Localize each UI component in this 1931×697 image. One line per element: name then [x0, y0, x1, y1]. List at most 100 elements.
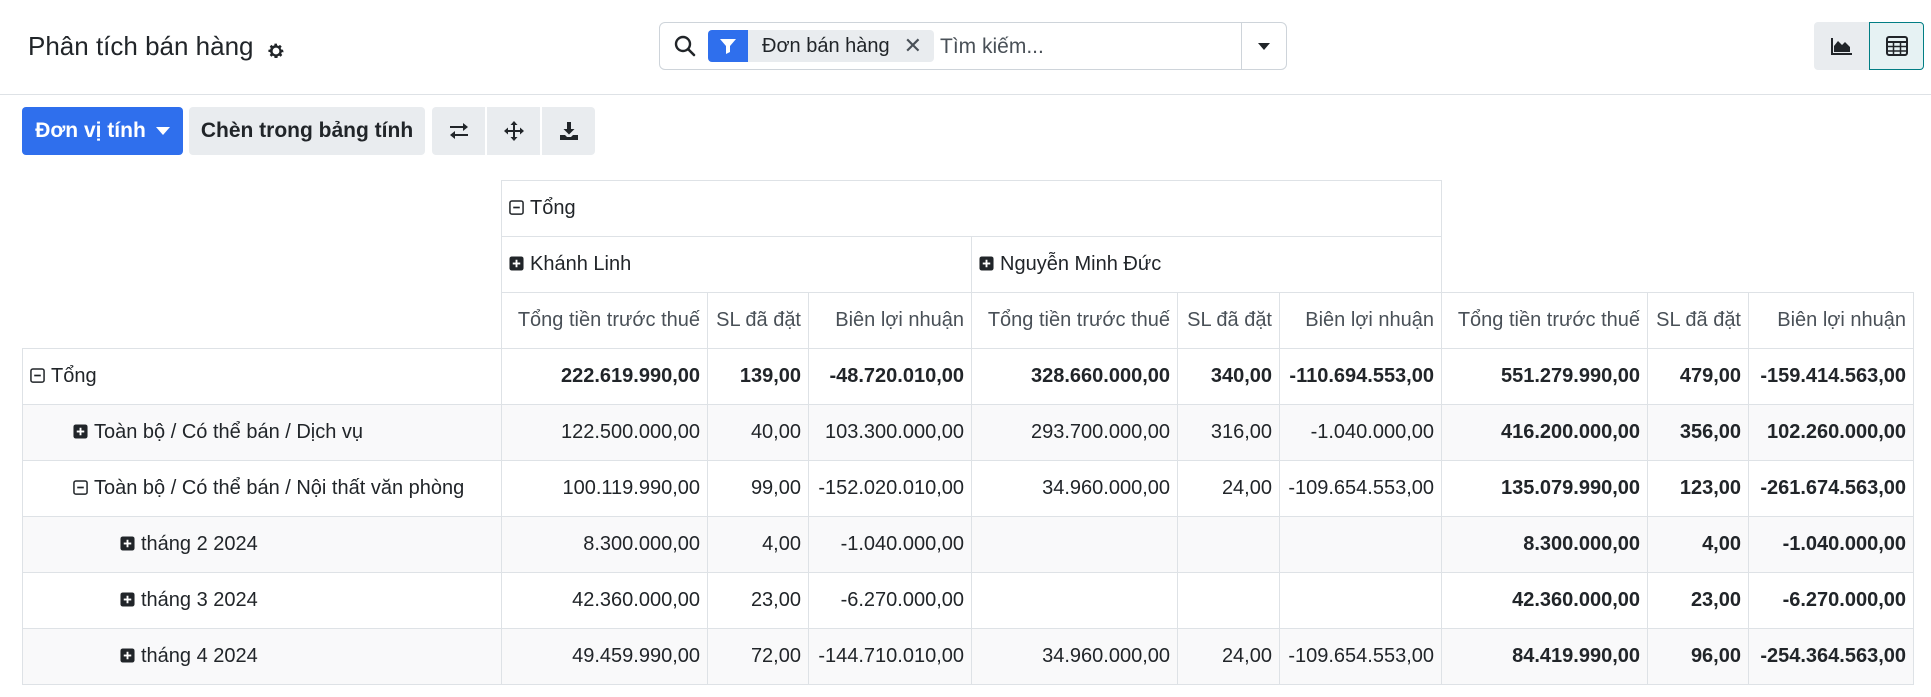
table-cell[interactable]: 42.360.000,00 [1441, 572, 1648, 629]
table-cell[interactable] [1177, 516, 1280, 573]
download-button[interactable] [542, 107, 595, 155]
table-cell[interactable]: -6.270.000,00 [1748, 572, 1914, 629]
download-icon [559, 122, 578, 140]
table-cell[interactable]: -109.654.553,00 [1279, 628, 1442, 685]
table-cell[interactable]: -1.040.000,00 [808, 516, 972, 573]
col-header-total[interactable]: Tổng [501, 180, 1442, 237]
measure-header[interactable]: Tổng tiền trước thuế [1441, 292, 1648, 349]
plus-square-icon [120, 648, 135, 663]
measure-header[interactable]: Biên lợi nhuận [808, 292, 972, 349]
table-cell[interactable]: 96,00 [1647, 628, 1749, 685]
table-cell[interactable]: 416.200.000,00 [1441, 404, 1648, 461]
table-cell[interactable]: 4,00 [1647, 516, 1749, 573]
area-chart-icon [1830, 38, 1852, 55]
row-header[interactable]: tháng 3 2024 [22, 572, 502, 629]
table-cell[interactable]: 103.300.000,00 [808, 404, 972, 461]
search-options-toggle[interactable] [1241, 23, 1286, 69]
pivot-view-button[interactable] [1869, 22, 1924, 70]
table-cell[interactable]: -1.040.000,00 [1748, 516, 1914, 573]
table-cell[interactable]: 84.419.990,00 [1441, 628, 1648, 685]
measure-header[interactable]: Tổng tiền trước thuế [971, 292, 1178, 349]
row-header[interactable]: Toàn bộ / Có thể bán / Dịch vụ [22, 404, 502, 461]
table-cell[interactable]: 139,00 [707, 348, 809, 405]
table-cell[interactable]: 356,00 [1647, 404, 1749, 461]
table-cell[interactable]: -6.270.000,00 [808, 572, 972, 629]
header-row-measures: Tổng tiền trước thuế SL đã đặt Biên lợi … [22, 292, 1914, 349]
measure-header[interactable]: SL đã đặt [707, 292, 809, 349]
table-cell[interactable]: 34.960.000,00 [971, 628, 1178, 685]
row-header[interactable]: tháng 4 2024 [22, 628, 502, 685]
row-header-label: Toàn bộ / Có thể bán / Dịch vụ [94, 421, 364, 443]
row-header[interactable]: tháng 2 2024 [22, 516, 502, 573]
table-cell[interactable]: 100.119.990,00 [501, 460, 708, 517]
table-cell[interactable]: 328.660.000,00 [971, 348, 1178, 405]
insert-label: Chèn trong bảng tính [200, 119, 414, 142]
col-header-nguyen-minh-duc[interactable]: Nguyễn Minh Đức [971, 236, 1442, 293]
graph-view-button[interactable] [1814, 22, 1869, 70]
measure-header[interactable]: Biên lợi nhuận [1279, 292, 1442, 349]
table-cell[interactable]: -159.414.563,00 [1748, 348, 1914, 405]
close-icon[interactable]: ✕ [900, 30, 934, 62]
table-cell[interactable]: 4,00 [707, 516, 809, 573]
plus-square-icon [120, 592, 135, 607]
table-cell[interactable]: 49.459.990,00 [501, 628, 708, 685]
table-cell[interactable]: -152.020.010,00 [808, 460, 972, 517]
table-cell[interactable]: -109.654.553,00 [1279, 460, 1442, 517]
plus-square-icon [120, 536, 135, 551]
table-cell[interactable]: -110.694.553,00 [1279, 348, 1442, 405]
table-cell[interactable]: 72,00 [707, 628, 809, 685]
table-cell[interactable]: 42.360.000,00 [501, 572, 708, 629]
expand-all-button[interactable] [487, 107, 540, 155]
table-cell[interactable]: 102.260.000,00 [1748, 404, 1914, 461]
plus-square-icon [509, 256, 524, 271]
pivot-table: Tổng Khánh Linh Nguyễn Minh Đức Tổng tiề… [22, 180, 1914, 685]
table-cell[interactable]: 222.619.990,00 [501, 348, 708, 405]
row-header-label: tháng 4 2024 [141, 645, 258, 667]
table-cell[interactable]: 479,00 [1647, 348, 1749, 405]
row-header[interactable]: Toàn bộ / Có thể bán / Nội thất văn phòn… [22, 460, 502, 517]
table-cell[interactable]: -1.040.000,00 [1279, 404, 1442, 461]
table-cell[interactable]: -48.720.010,00 [808, 348, 972, 405]
measures-dropdown-button[interactable]: Đơn vị tính [22, 107, 183, 155]
table-cell[interactable]: 23,00 [707, 572, 809, 629]
table-cell[interactable]: -254.364.563,00 [1748, 628, 1914, 685]
corner-cell [22, 180, 502, 237]
measure-header[interactable]: Tổng tiền trước thuế [501, 292, 708, 349]
table-cell[interactable]: 316,00 [1177, 404, 1280, 461]
table-cell[interactable]: 99,00 [707, 460, 809, 517]
col-header-khanh-linh[interactable]: Khánh Linh [501, 236, 972, 293]
table-cell[interactable]: 551.279.990,00 [1441, 348, 1648, 405]
table-cell[interactable] [1177, 572, 1280, 629]
row-header[interactable]: Tổng [22, 348, 502, 405]
table-cell[interactable]: -144.710.010,00 [808, 628, 972, 685]
pivot-body: Tổng 222.619.990,00 139,00 -48.720.010,00 32… [22, 348, 1914, 685]
measure-header[interactable]: SL đã đặt [1177, 292, 1280, 349]
table-cell[interactable] [971, 516, 1178, 573]
table-cell[interactable]: 40,00 [707, 404, 809, 461]
table-cell[interactable]: 340,00 [1177, 348, 1280, 405]
insert-in-spreadsheet-button[interactable]: Chèn trong bảng tính [189, 107, 425, 155]
table-cell[interactable]: 293.700.000,00 [971, 404, 1178, 461]
table-cell[interactable]: 34.960.000,00 [971, 460, 1178, 517]
table-cell[interactable]: 8.300.000,00 [501, 516, 708, 573]
table-cell[interactable]: 123,00 [1647, 460, 1749, 517]
table-row: Toàn bộ / Có thể bán / Nội thất văn phòn… [22, 460, 1914, 517]
table-cell[interactable]: 135.079.990,00 [1441, 460, 1648, 517]
table-cell[interactable] [1279, 572, 1442, 629]
measure-header[interactable]: SL đã đặt [1647, 292, 1749, 349]
flip-axis-button[interactable] [432, 107, 485, 155]
table-cell[interactable] [1279, 516, 1442, 573]
col-header-total-label: Tổng [530, 197, 576, 219]
measure-header[interactable]: Biên lợi nhuận [1748, 292, 1914, 349]
gear-icon[interactable] [266, 37, 286, 58]
table-cell[interactable]: 122.500.000,00 [501, 404, 708, 461]
table-cell[interactable] [971, 572, 1178, 629]
search-input[interactable] [938, 31, 1242, 63]
table-cell[interactable]: 24,00 [1177, 628, 1280, 685]
corner-cell [22, 236, 502, 293]
table-cell[interactable]: 24,00 [1177, 460, 1280, 517]
search-icon[interactable] [674, 35, 696, 57]
table-cell[interactable]: 8.300.000,00 [1441, 516, 1648, 573]
table-cell[interactable]: 23,00 [1647, 572, 1749, 629]
table-cell[interactable]: -261.674.563,00 [1748, 460, 1914, 517]
